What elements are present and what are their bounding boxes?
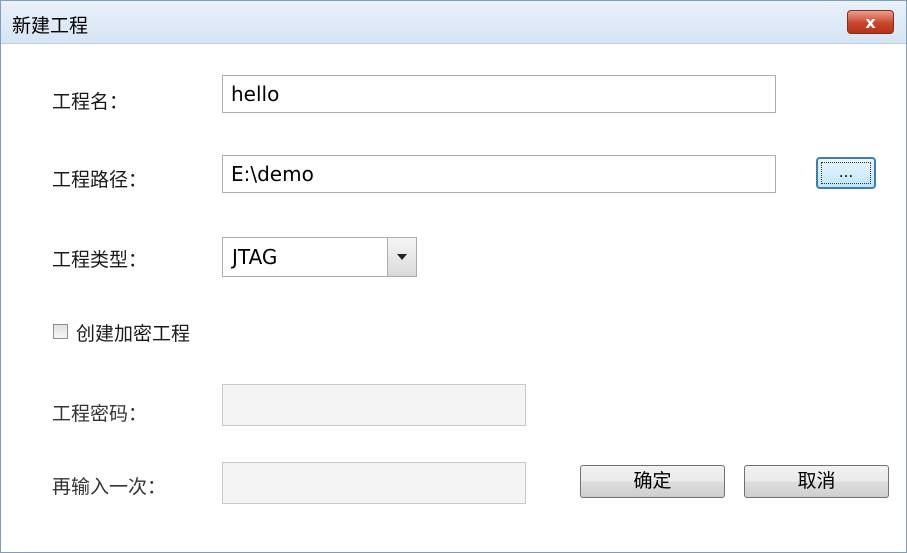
title-bar[interactable]: 新建工程 x <box>1 1 906 44</box>
project-name-label: 工程名： <box>52 91 129 113</box>
cancel-button[interactable]: 取消 <box>744 465 889 498</box>
project-type-label: 工程类型： <box>52 249 148 271</box>
confirm-password-input[interactable] <box>222 462 526 504</box>
dialog-title: 新建工程 <box>12 15 89 37</box>
close-button[interactable]: x <box>847 10 894 34</box>
new-project-dialog: 新建工程 x 工程名： hello 工程路径： E:\demo ... 工程类型… <box>0 0 907 553</box>
confirm-password-label: 再输入一次： <box>52 476 167 498</box>
project-type-select[interactable]: JTAG <box>222 237 417 277</box>
encrypt-checkbox-label[interactable]: 创建加密工程 <box>76 319 190 346</box>
dialog-body: 工程名： hello 工程路径： E:\demo ... 工程类型： JTAG … <box>1 44 906 552</box>
project-name-input[interactable]: hello <box>222 75 776 113</box>
dropdown-arrow-icon[interactable] <box>387 238 416 276</box>
encrypt-checkbox[interactable] <box>53 324 68 339</box>
close-icon: x <box>865 12 876 32</box>
project-path-input[interactable]: E:\demo <box>222 155 776 193</box>
project-type-value: JTAG <box>232 245 278 269</box>
password-input[interactable] <box>222 384 526 426</box>
ok-button[interactable]: 确定 <box>580 465 725 498</box>
password-label: 工程密码： <box>52 403 148 425</box>
focus-rect <box>821 162 871 184</box>
project-path-label: 工程路径： <box>52 169 148 191</box>
browse-button[interactable]: ... <box>816 157 876 189</box>
